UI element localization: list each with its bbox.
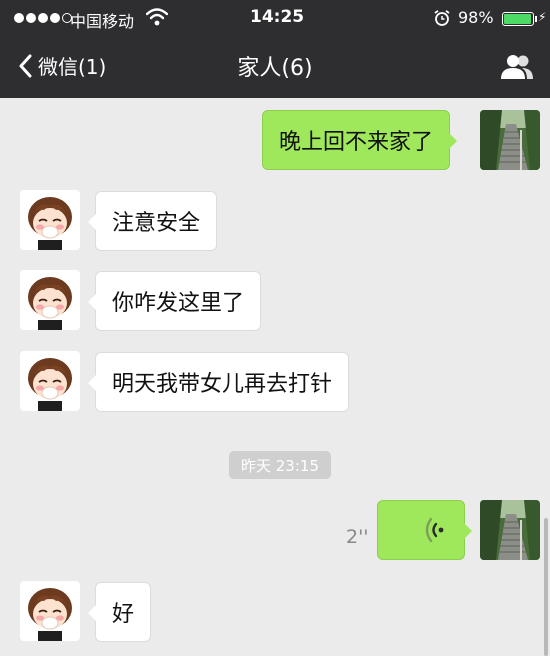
sent-message-bubble[interactable]: 晚上回不来家了 (262, 110, 458, 170)
received-message-bubble[interactable]: 注意安全 (87, 191, 218, 251)
wifi-icon (146, 8, 168, 26)
voice-wave-icon (425, 517, 444, 543)
message-text: 你咋发这里了 (112, 291, 245, 316)
charging-bolt-icon: ⚡ (538, 10, 547, 24)
signal-strength-icon (14, 13, 72, 23)
alarm-clock-icon (434, 10, 450, 26)
scrollbar[interactable] (544, 518, 548, 656)
time-divider: 昨天 23:15 (229, 451, 331, 479)
contact-avatar[interactable] (20, 270, 80, 330)
message-text: 明天我带女儿再去打针 (112, 372, 333, 397)
chat-title: 家人(6) (237, 56, 313, 81)
message-text: 注意安全 (112, 211, 201, 236)
battery-percentage: 98% (458, 8, 494, 27)
battery-cap (535, 16, 537, 22)
status-bar: 中国移动 14:25 98% ⚡ (0, 0, 550, 36)
battery-icon (502, 12, 534, 26)
my-avatar[interactable] (480, 110, 540, 170)
navigation-bar: 微信(1) 家人(6) (0, 36, 550, 98)
chat-area[interactable]: 晚上回不来家了 注意安全 你咋发这里了 明天我带女儿再去打针 昨天 23:15 … (0, 98, 550, 656)
voice-duration: 2'' (346, 526, 369, 548)
received-message-bubble[interactable]: 好 (87, 582, 152, 642)
carrier-name: 中国移动 (70, 12, 135, 31)
contact-avatar[interactable] (20, 190, 80, 250)
top-bar: 中国移动 14:25 98% ⚡ 微信(1) 家人(6) (0, 0, 550, 98)
message-text: 好 (112, 602, 135, 627)
message-text: 晚上回不来家了 (279, 130, 434, 155)
received-message-bubble[interactable]: 你咋发这里了 (87, 271, 262, 331)
voice-message-bubble[interactable] (377, 500, 472, 560)
my-avatar[interactable] (480, 500, 540, 560)
status-time: 14:25 (250, 7, 305, 27)
contact-avatar[interactable] (20, 351, 80, 411)
received-message-bubble[interactable]: 明天我带女儿再去打针 (87, 352, 350, 412)
group-members-icon[interactable] (500, 53, 534, 81)
contact-avatar[interactable] (20, 581, 80, 641)
